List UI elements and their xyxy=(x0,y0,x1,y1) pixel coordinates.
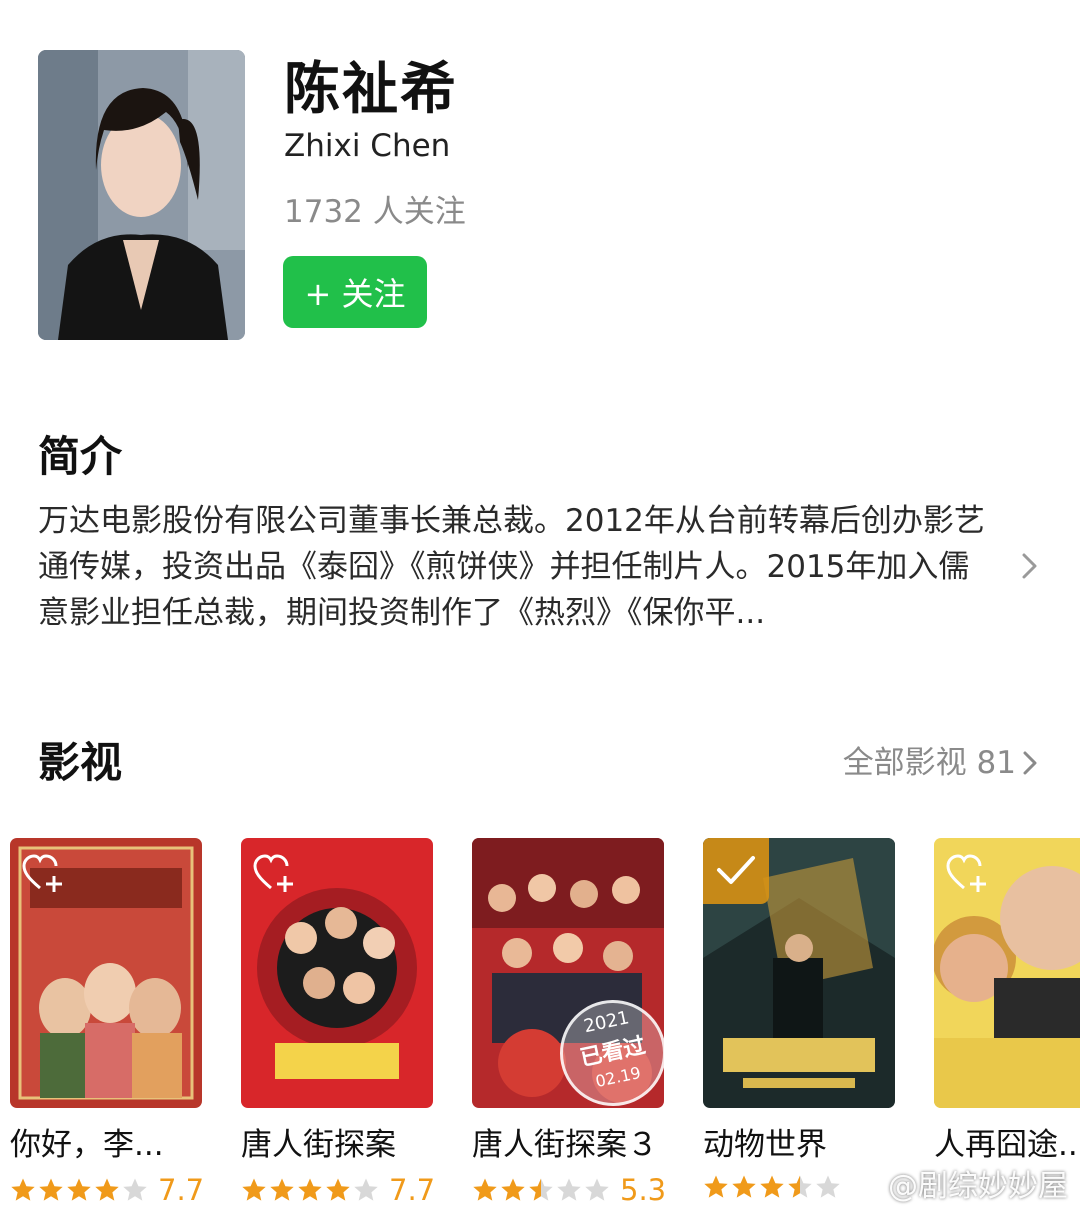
film-rating: 7.7 xyxy=(241,1174,435,1206)
star-icon xyxy=(704,1175,728,1198)
film-card[interactable]: 唐人街探案 7.7 xyxy=(241,838,435,1206)
star-icon xyxy=(557,1178,581,1201)
film-card[interactable]: 动物世界 xyxy=(703,838,895,1198)
rating-stars xyxy=(703,1174,841,1200)
film-poster[interactable] xyxy=(10,838,202,1108)
star-icon xyxy=(760,1175,784,1198)
film-card[interactable]: 你好，李... 7.7 xyxy=(10,838,204,1206)
star-icon xyxy=(529,1178,553,1201)
film-score: 7.7 xyxy=(158,1173,205,1207)
film-poster[interactable] xyxy=(934,838,1080,1108)
all-films-link[interactable]: 全部影视 81 xyxy=(843,743,1040,783)
star-icon xyxy=(270,1178,294,1201)
film-rating: 7.7 xyxy=(10,1174,204,1206)
rating-stars xyxy=(241,1177,379,1203)
film-title: 人再囧途... xyxy=(934,1127,1080,1163)
film-card[interactable]: 人再囧途... xyxy=(934,838,1080,1163)
rating-stars xyxy=(472,1177,610,1203)
follow-button[interactable]: + 关注 xyxy=(283,256,427,328)
film-score: 5.3 xyxy=(620,1173,667,1207)
star-icon xyxy=(354,1178,378,1201)
star-icon xyxy=(816,1175,840,1198)
film-rating xyxy=(703,1174,851,1200)
star-icon xyxy=(242,1178,266,1201)
star-icon xyxy=(95,1178,119,1201)
checked-badge[interactable] xyxy=(703,838,769,904)
films-heading: 影视 xyxy=(38,738,123,787)
intro-heading: 简介 xyxy=(38,432,123,481)
star-icon xyxy=(67,1178,91,1201)
profile-header: 陈祉希 Zhixi Chen 1732 人关注 + 关注 xyxy=(38,50,1038,342)
star-icon xyxy=(501,1178,525,1201)
check-icon xyxy=(717,856,755,884)
film-rating: 5.3 xyxy=(472,1174,666,1206)
film-card[interactable]: 2021 已看过 02.19 唐人街探案３ 5.3 xyxy=(472,838,666,1206)
watermark: @剧综妙妙屋 xyxy=(848,1161,1068,1205)
film-title: 唐人街探案３ xyxy=(472,1127,658,1163)
avatar[interactable] xyxy=(38,50,245,340)
heart-add-icon[interactable] xyxy=(22,854,66,894)
film-title: 动物世界 xyxy=(703,1127,827,1163)
intro-text[interactable]: 万达电影股份有限公司董事长兼总裁。2012年从台前转幕后创办影艺通传媒，投资出品… xyxy=(38,498,988,636)
chevron-right-icon[interactable] xyxy=(1014,548,1044,584)
watermark-text: @剧综妙妙屋 xyxy=(888,1169,1068,1204)
star-icon xyxy=(788,1175,812,1198)
film-poster[interactable] xyxy=(241,838,433,1108)
weibo-icon xyxy=(848,1171,881,1197)
film-score: 7.7 xyxy=(389,1173,436,1207)
star-icon xyxy=(123,1178,147,1201)
star-icon xyxy=(298,1178,322,1201)
film-title: 你好，李... xyxy=(10,1127,164,1163)
chevron-right-icon xyxy=(1023,751,1037,775)
star-icon xyxy=(39,1178,63,1201)
star-icon xyxy=(585,1178,609,1201)
film-poster[interactable] xyxy=(703,838,895,1108)
star-icon xyxy=(326,1178,350,1201)
heart-add-icon[interactable] xyxy=(946,854,990,894)
film-title: 唐人街探案 xyxy=(241,1127,396,1163)
person-english-name: Zhixi Chen xyxy=(284,128,451,164)
star-icon xyxy=(473,1178,497,1201)
follower-count: 1732 人关注 xyxy=(284,194,466,230)
all-films-label: 全部影视 81 xyxy=(842,745,1016,781)
star-icon xyxy=(11,1178,35,1201)
person-name: 陈祉希 xyxy=(284,57,458,122)
avatar-photo xyxy=(38,50,245,340)
heart-add-icon[interactable] xyxy=(253,854,297,894)
rating-stars xyxy=(10,1177,148,1203)
star-icon xyxy=(732,1175,756,1198)
film-poster[interactable]: 2021 已看过 02.19 xyxy=(472,838,664,1108)
